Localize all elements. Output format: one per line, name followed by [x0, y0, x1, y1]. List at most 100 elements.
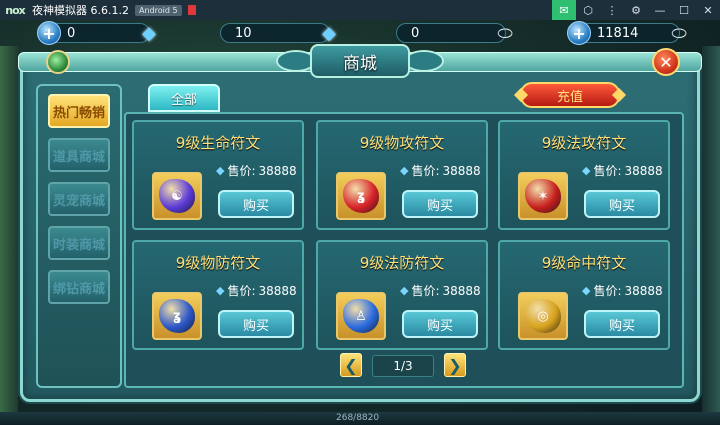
- add-silver-button[interactable]: +: [567, 21, 591, 45]
- diamond-icon: ◆: [582, 164, 591, 177]
- maximize-icon[interactable]: ☐: [672, 0, 696, 20]
- minimize-icon[interactable]: —: [648, 0, 672, 20]
- price-value: 38888: [624, 283, 663, 298]
- price-value: 38888: [258, 163, 297, 178]
- item-card: 9级命中符文 ◆ 售价: 38888 ◎ 购买: [498, 240, 670, 350]
- category-hot-sales[interactable]: 热门畅销: [48, 94, 110, 128]
- price-label: 售价:: [411, 284, 440, 298]
- item-card: 9级物防符文 ◆ 售价: 38888 ʓ 购买: [132, 240, 304, 350]
- rune-stone-icon: ♙: [343, 299, 379, 333]
- buy-button[interactable]: 购买: [402, 190, 478, 218]
- price-label: 售价:: [593, 284, 622, 298]
- background-left: [0, 46, 18, 412]
- silver-ingot-icon: ⬭: [497, 22, 513, 44]
- item-card: 9级物攻符文 ◆ 售价: 38888 ʓ 购买: [316, 120, 488, 230]
- mail-icon[interactable]: ✉: [552, 0, 576, 20]
- item-name: 9级物防符文: [175, 254, 261, 272]
- settings-icon[interactable]: ⚙: [624, 0, 648, 20]
- add-diamond-button[interactable]: +: [37, 21, 61, 45]
- bound-diamond-value: 10: [235, 25, 252, 41]
- shop-close-button[interactable]: ✕: [652, 48, 680, 76]
- price-label: 售价:: [411, 164, 440, 178]
- diamond-icon: ◆: [582, 284, 591, 297]
- price-value: 38888: [442, 283, 481, 298]
- price-value: 38888: [442, 163, 481, 178]
- emulator-titlebar: nox 夜神模拟器 6.6.1.2 Android 5 ✉ ⬡ ⋮ ⚙ — ☐ …: [0, 0, 720, 20]
- prev-arrow-icon: ❮: [344, 355, 358, 375]
- item-price: ◆ 售价: 38888: [216, 282, 297, 299]
- diamond-icon: ◆: [142, 22, 156, 44]
- item-name: 9级命中符文: [541, 254, 627, 272]
- item-price: ◆ 售价: 38888: [582, 282, 663, 299]
- android-version-badge: Android 5: [134, 4, 182, 16]
- emulator-title: 夜神模拟器 6.6.1.2: [32, 4, 129, 17]
- corner-ornament-icon: [46, 50, 70, 74]
- rune-stone-icon: ʓ: [343, 179, 379, 213]
- bound-diamond-icon: ◆: [322, 22, 336, 44]
- item-price: ◆ 售价: 38888: [582, 162, 663, 179]
- rune-icon[interactable]: ◎: [518, 292, 568, 340]
- price-label: 售价:: [227, 284, 256, 298]
- diamond-value: 0: [67, 25, 76, 41]
- rune-icon[interactable]: ʓ: [336, 172, 386, 220]
- item-name: 9级生命符文: [175, 134, 261, 152]
- item-price: ◆ 售价: 38888: [400, 282, 481, 299]
- bound-diamond-counter: 10 ◆: [220, 23, 336, 44]
- buy-button[interactable]: 购买: [218, 310, 294, 338]
- diamond-icon: ◆: [216, 164, 225, 177]
- app-root: nox 夜神模拟器 6.6.1.2 Android 5 ✉ ⬡ ⋮ ⚙ — ☐ …: [0, 0, 720, 425]
- item-name: 9级物攻符文: [359, 134, 445, 152]
- diamond-counter: + 0 ◆: [37, 21, 156, 45]
- page-indicator: 1/3: [372, 355, 434, 377]
- price-value: 38888: [258, 283, 297, 298]
- next-page-button[interactable]: ❯: [444, 353, 466, 377]
- rune-icon[interactable]: ☯: [152, 172, 202, 220]
- item-price: ◆ 售价: 38888: [216, 162, 297, 179]
- diamond-icon: ◆: [400, 284, 409, 297]
- rune-stone-icon: ʓ: [159, 299, 195, 333]
- rune-icon[interactable]: ʓ: [152, 292, 202, 340]
- price-label: 售价:: [227, 164, 256, 178]
- price-label: 售价:: [593, 164, 622, 178]
- rune-stone-icon: ✶: [525, 179, 561, 213]
- title-ornament-right: [404, 50, 444, 72]
- price-value: 38888: [624, 163, 663, 178]
- bound-silver-value: 11814: [597, 25, 639, 41]
- tab-all[interactable]: 全部: [148, 84, 220, 112]
- buy-button[interactable]: 购买: [402, 310, 478, 338]
- category-bound-diamond[interactable]: 绑钻商城: [48, 270, 110, 304]
- bound-silver-icon: ⬭: [671, 22, 687, 44]
- background-right: [702, 46, 720, 412]
- rune-icon[interactable]: ♙: [336, 292, 386, 340]
- buy-button[interactable]: 购买: [584, 190, 660, 218]
- item-card: 9级法防符文 ◆ 售价: 38888 ♙ 购买: [316, 240, 488, 350]
- item-name: 9级法防符文: [359, 254, 445, 272]
- silver-counter: 0 ⬭: [396, 23, 513, 44]
- buy-button[interactable]: 购买: [218, 190, 294, 218]
- item-name: 9级法攻符文: [541, 134, 627, 152]
- category-items[interactable]: 道具商城: [48, 138, 110, 172]
- rune-stone-icon: ☯: [159, 179, 195, 213]
- hp-readout: 268/8820: [336, 413, 380, 423]
- diamond-icon: ◆: [400, 164, 409, 177]
- buy-button[interactable]: 购买: [584, 310, 660, 338]
- rune-icon[interactable]: ✶: [518, 172, 568, 220]
- rune-stone-icon: ◎: [525, 299, 561, 333]
- prev-page-button[interactable]: ❮: [340, 353, 362, 377]
- record-icon[interactable]: [187, 5, 196, 15]
- shirt-icon[interactable]: ⬡: [576, 0, 600, 20]
- close-window-icon[interactable]: ✕: [696, 0, 720, 20]
- category-fashion[interactable]: 时装商城: [48, 226, 110, 260]
- bound-silver-counter: + 11814 ⬭: [567, 21, 687, 45]
- shop-title: 商城: [310, 44, 410, 78]
- item-price: ◆ 售价: 38888: [400, 162, 481, 179]
- resource-bar: + 0 ◆ 10 ◆ 0 ⬭ + 11814 ⬭: [0, 20, 720, 46]
- recharge-button[interactable]: 充值: [520, 82, 620, 108]
- close-icon: ✕: [659, 52, 673, 72]
- next-arrow-icon: ❯: [448, 355, 462, 375]
- diamond-icon: ◆: [216, 284, 225, 297]
- more-icon[interactable]: ⋮: [600, 0, 624, 20]
- item-card: 9级法攻符文 ◆ 售价: 38888 ✶ 购买: [498, 120, 670, 230]
- silver-value: 0: [411, 25, 420, 41]
- category-pets[interactable]: 灵宠商城: [48, 182, 110, 216]
